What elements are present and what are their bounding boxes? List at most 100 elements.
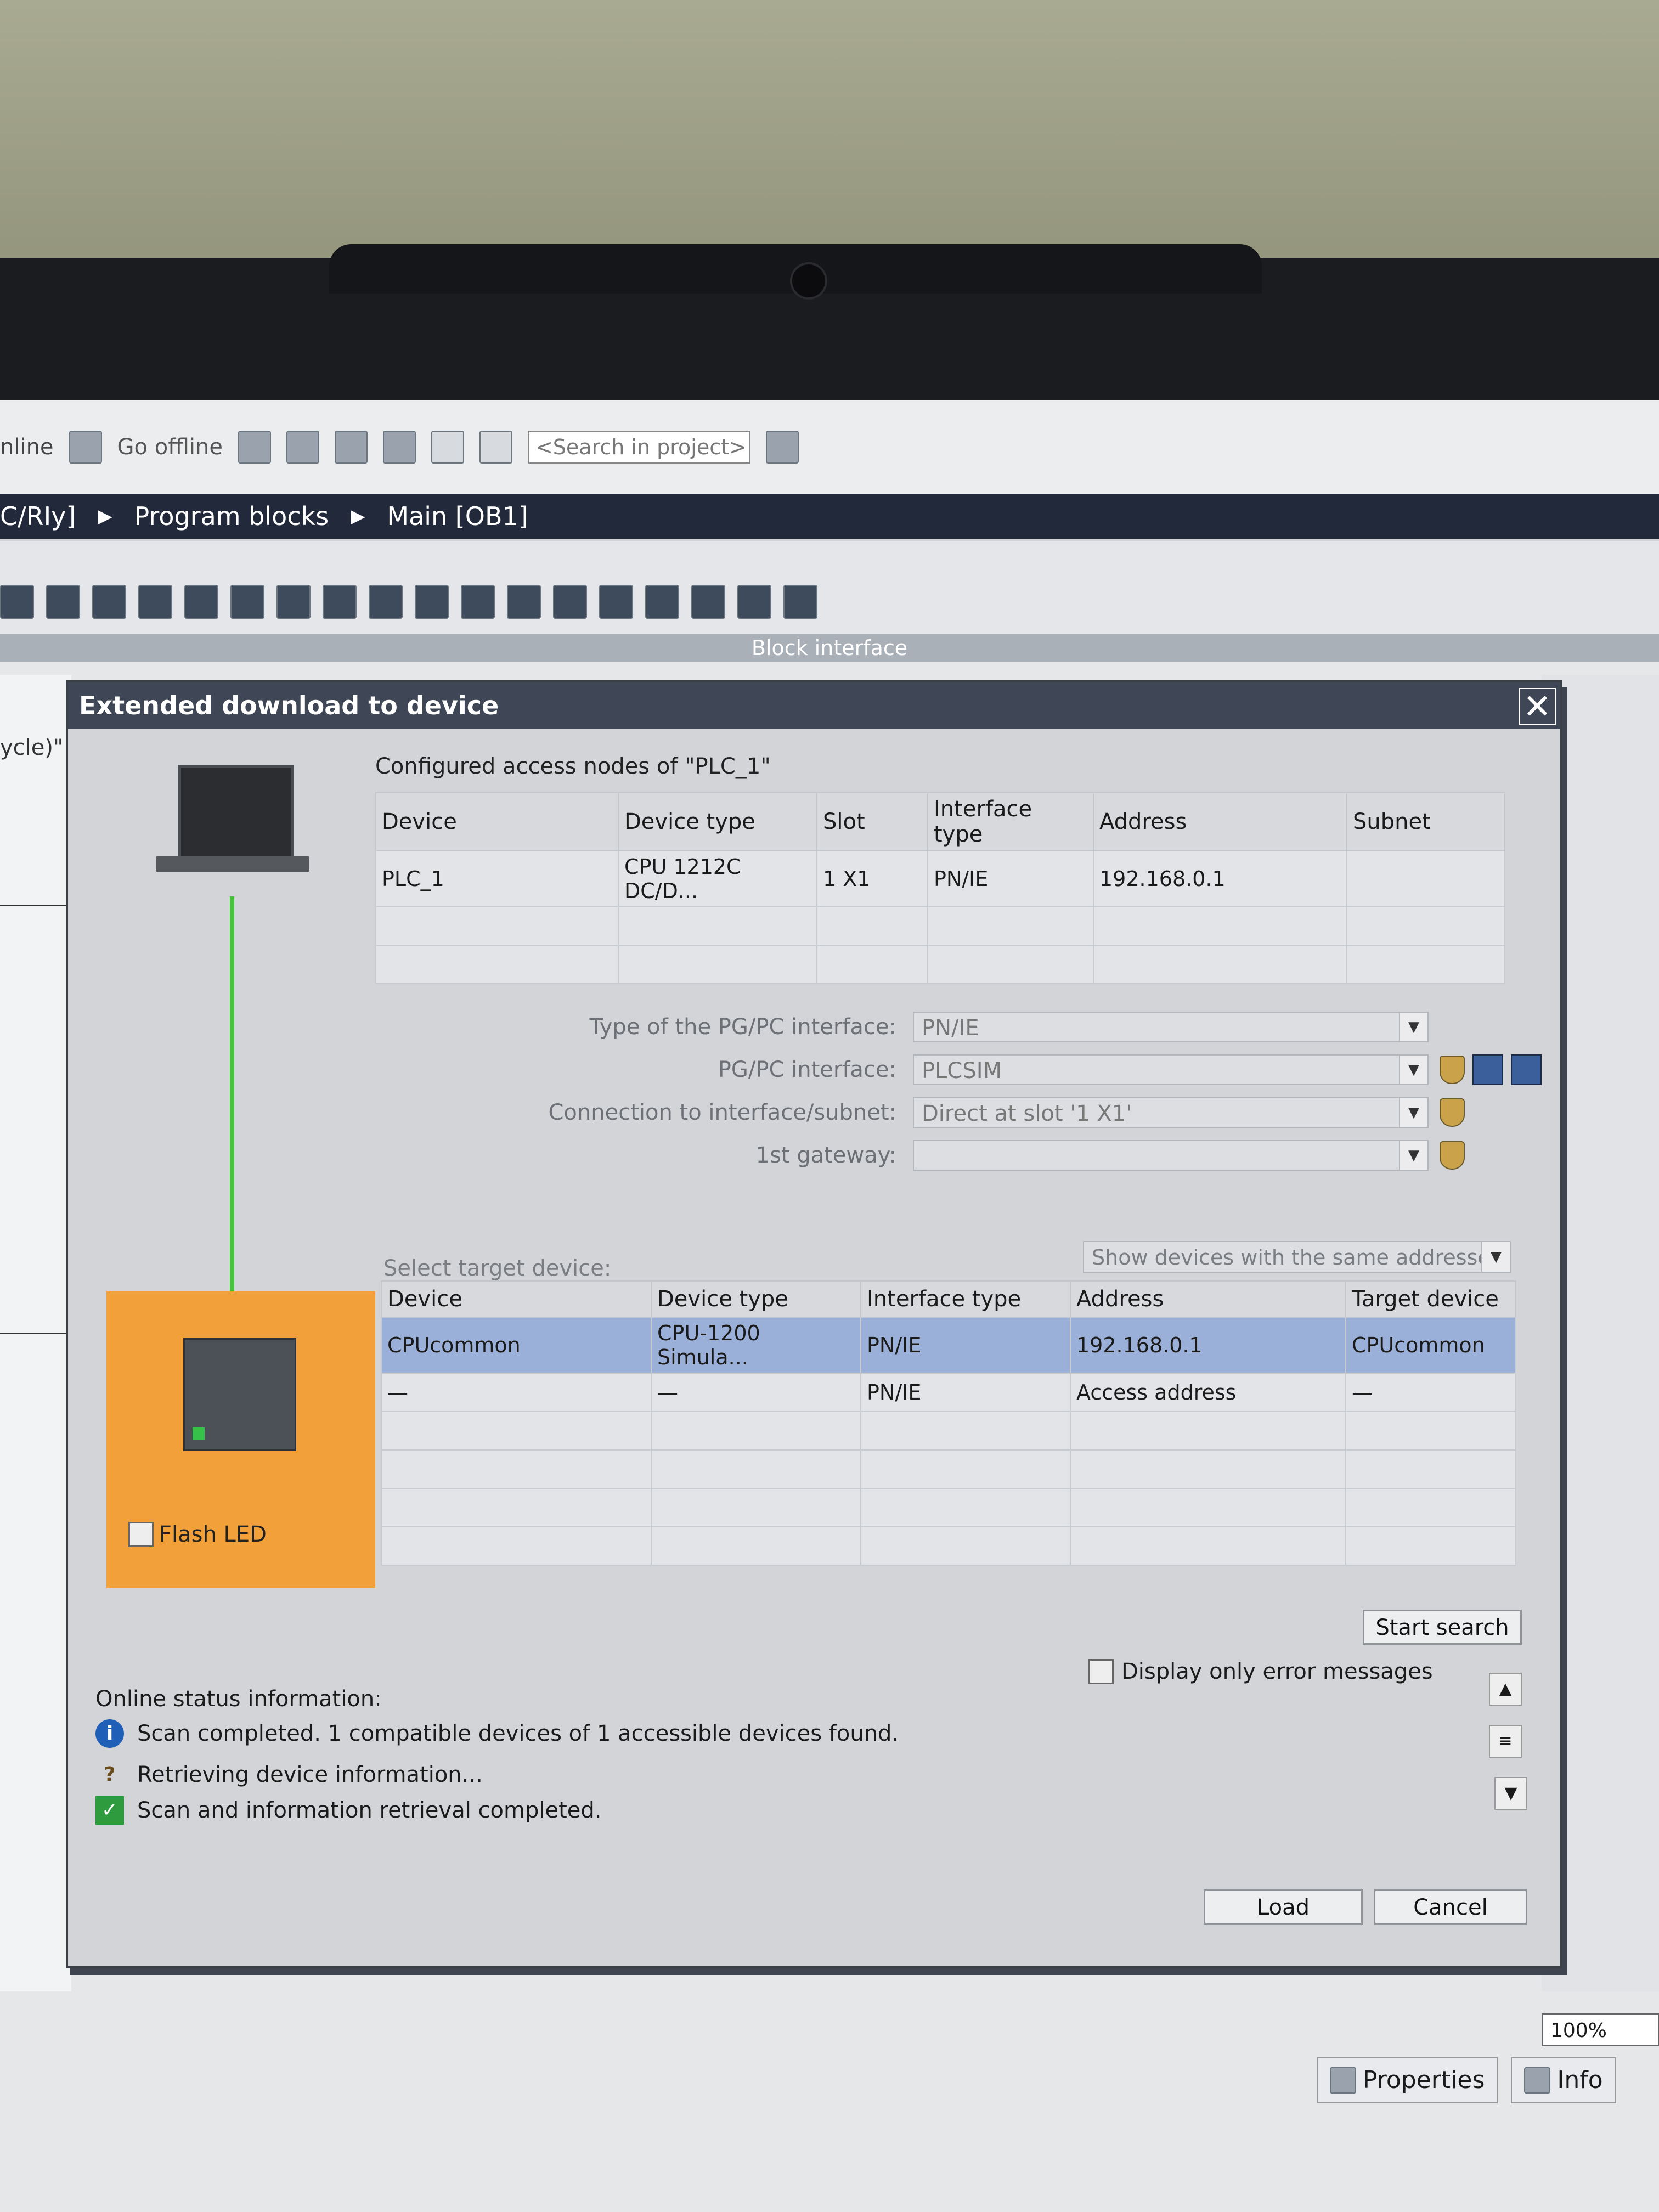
go-offline-icon[interactable] [69,431,102,464]
pgpc-interface-row: PG/PC interface: PLCSIM ▼ [244,1054,1542,1085]
insert-contact-icon[interactable] [46,585,80,619]
column-header[interactable]: Interface type [860,1280,1071,1318]
delete-network-icon[interactable] [230,585,264,619]
chevron-down-icon[interactable]: ▼ [1399,1013,1427,1041]
cross-reference-icon[interactable] [382,431,416,464]
gateway-select[interactable]: ▼ [913,1140,1429,1171]
close-branch-icon[interactable] [369,585,403,619]
checkmark-icon: ✓ [95,1796,124,1825]
chevron-down-icon[interactable]: ▼ [1399,1056,1427,1084]
monitor-icon[interactable] [691,585,725,619]
tab-properties[interactable]: Properties [1317,2057,1498,2103]
info-tab-icon [1524,2067,1551,2094]
connection-row: Connection to interface/subnet: Direct a… [244,1097,1465,1128]
table-row[interactable]: PLC_1 CPU 1212C DC/D... 1 X1 PN/IE 192.1… [375,850,1505,907]
connection-label: Connection to interface/subnet: [548,1100,897,1125]
split-horizontal-icon[interactable] [431,431,464,464]
table-cell: PN/IE [860,1317,1071,1374]
indent-icon[interactable] [507,585,541,619]
gateway-label: 1st gateway: [755,1143,896,1168]
breadcrumb-item-program-blocks[interactable]: Program blocks [134,501,329,531]
status-message: ? Retrieving device information... [95,1760,483,1789]
toggle-view-icon[interactable] [138,585,172,619]
accessible-devices-icon[interactable] [238,431,271,464]
dialog-title: Extended download to device [68,682,1560,729]
table-cell: CPUcommon [381,1317,652,1374]
breadcrumb-item-main[interactable]: Main [OB1] [387,501,528,531]
chevron-down-icon[interactable]: ▼ [1399,1098,1427,1127]
column-header[interactable]: Device [381,1280,652,1318]
pgpc-interface-label: PG/PC interface: [718,1057,896,1082]
glasses-icon[interactable] [737,585,771,619]
search-binoculars-icon[interactable] [765,431,799,464]
chevron-down-icon[interactable]: ▼ [1481,1242,1510,1272]
table-row [375,906,1505,946]
comment-icon[interactable] [461,585,495,619]
disconnect-icon[interactable] [276,585,311,619]
connection-select[interactable]: Direct at slot '1 X1' ▼ [913,1097,1429,1128]
open-branch-icon[interactable] [323,585,357,619]
goto-prev-icon[interactable] [599,585,633,619]
scroll-up-icon[interactable]: ▲ [1489,1673,1522,1706]
zoom-level[interactable]: 100% [1542,2013,1659,2046]
insert-coil-icon[interactable] [92,585,126,619]
column-header[interactable]: Slot [816,792,928,851]
search-in-project-input[interactable]: <Search in project> [527,431,751,464]
table-cell: PN/IE [927,850,1094,907]
breadcrumb-arrow-icon: ▶ [98,505,112,527]
shield-icon[interactable] [1440,1056,1465,1084]
show-devices-select[interactable]: Show devices with the same addresses ▼ [1083,1241,1511,1273]
database-icon[interactable] [783,585,817,619]
column-header[interactable]: Interface type [927,792,1094,851]
shield-icon[interactable] [1440,1098,1465,1127]
block-interface-bar[interactable]: Block interface [0,634,1659,662]
insert-network-icon[interactable] [0,585,34,619]
tab-info[interactable]: Info [1511,2057,1616,2103]
webcam [790,262,827,300]
interface-properties-icon[interactable] [1472,1054,1503,1085]
retrieving-icon: ? [104,1763,116,1786]
cancel-button[interactable]: Cancel [1374,1889,1527,1925]
extended-download-dialog: Extended download to device ✕ Configured… [66,680,1562,1968]
table-cell: CPU 1212C DC/D... [618,850,817,907]
table-row [375,945,1505,984]
compare-icon[interactable] [415,585,449,619]
main-toolbar: nline Go offline <Search in project> [0,400,1659,494]
outdent-icon[interactable] [553,585,587,619]
tab-properties-label: Properties [1363,2066,1485,2094]
breadcrumb-item-plc[interactable]: C/RIy] [0,501,76,531]
column-header[interactable]: Address [1093,792,1347,851]
table-row-selected[interactable]: CPUcommon CPU-1200 Simula... PN/IE 192.1… [381,1317,1516,1374]
column-header[interactable]: Device type [651,1280,861,1318]
column-header[interactable]: Device type [618,792,817,851]
start-cpu-icon[interactable] [286,431,319,464]
go-offline-button[interactable]: Go offline [117,435,223,460]
column-header[interactable]: Subnet [1346,792,1505,851]
network-title-fragment: ycle)" [0,735,64,760]
column-header[interactable]: Device [375,792,619,851]
favorites-icon[interactable] [184,585,218,619]
tab-info-label: Info [1557,2066,1603,2094]
column-header[interactable]: Address [1070,1280,1346,1318]
pgpc-interface-select[interactable]: PLCSIM ▼ [913,1054,1429,1085]
close-icon[interactable]: ✕ [1519,688,1556,725]
scroll-down-icon[interactable]: ▼ [1494,1777,1527,1810]
goto-next-icon[interactable] [645,585,679,619]
shield-icon[interactable] [1440,1141,1465,1170]
table-cell: 1 X1 [816,850,928,907]
divider [0,1333,71,1334]
stop-cpu-icon[interactable] [334,431,368,464]
go-online-label[interactable]: nline [0,435,54,460]
table-cell: CPU-1200 Simula... [651,1317,861,1374]
load-button[interactable]: Load [1204,1889,1363,1925]
scroll-thumb-icon[interactable]: ≡ [1489,1725,1522,1758]
pgpc-type-select[interactable]: PN/IE ▼ [913,1012,1429,1042]
chevron-down-icon[interactable]: ▼ [1399,1141,1427,1170]
table-row[interactable]: — — PN/IE Access address — [381,1373,1516,1412]
pgpc-type-label: Type of the PG/PC interface: [589,1014,896,1040]
split-vertical-icon[interactable] [479,431,512,464]
column-header[interactable]: Target device [1345,1280,1516,1318]
table-row [381,1411,1516,1451]
diagnostics-icon[interactable] [1511,1054,1542,1085]
status-text: Retrieving device information... [137,1762,483,1787]
